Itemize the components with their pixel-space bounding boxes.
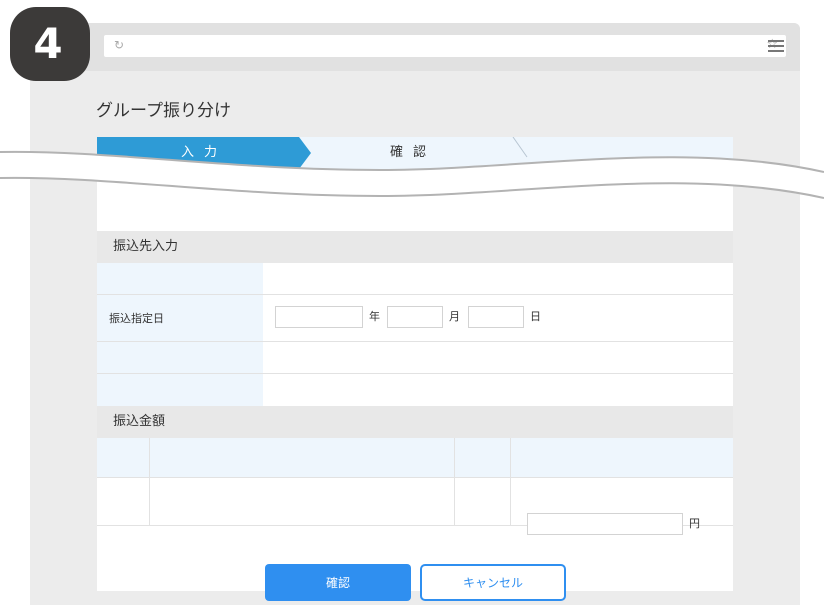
year-input[interactable] [275, 306, 363, 328]
form-row [97, 374, 733, 406]
section-title: 振込先入力 [113, 239, 179, 254]
browser-toolbar: ↻ ☆ [30, 23, 800, 71]
hamburger-menu-icon[interactable] [768, 40, 784, 52]
month-unit: 月 [449, 310, 460, 323]
row-label-cell [97, 263, 263, 294]
section-title: 振込金額 [113, 414, 166, 429]
table-divider [510, 438, 511, 526]
year-unit: 年 [369, 310, 380, 323]
transfer-date-label: 振込指定日 [109, 312, 164, 325]
month-input[interactable] [387, 306, 443, 328]
table-divider [149, 438, 150, 526]
step-number: 4 [33, 18, 63, 68]
amount-table-header [97, 438, 733, 478]
confirm-button[interactable]: 確認 [265, 564, 411, 601]
form-row [97, 263, 733, 295]
browser-window: ↻ ☆ グループ振り分け 入力 確認 振込先入力 [30, 23, 800, 605]
row-label-cell [97, 374, 263, 406]
table-divider [454, 438, 455, 526]
address-bar[interactable]: ↻ ☆ [104, 35, 786, 57]
reload-icon[interactable]: ↻ [114, 38, 124, 52]
step-number-badge: 4 [10, 7, 90, 81]
day-unit: 日 [530, 310, 541, 323]
row-label-cell: 振込指定日 [97, 295, 263, 341]
page-title: グループ振り分け [96, 101, 231, 121]
amount-input[interactable] [527, 513, 683, 535]
day-input[interactable] [468, 306, 524, 328]
row-label-cell [97, 342, 263, 373]
yen-unit: 円 [689, 517, 700, 530]
section-transfer-amount: 振込金額 [97, 406, 733, 438]
form-row-transfer-date: 振込指定日 年 月 日 [97, 295, 733, 342]
section-transfer-destination: 振込先入力 [97, 231, 733, 263]
form-row [97, 342, 733, 374]
cancel-button[interactable]: キャンセル [420, 564, 566, 601]
section-break-wave [0, 150, 824, 199]
